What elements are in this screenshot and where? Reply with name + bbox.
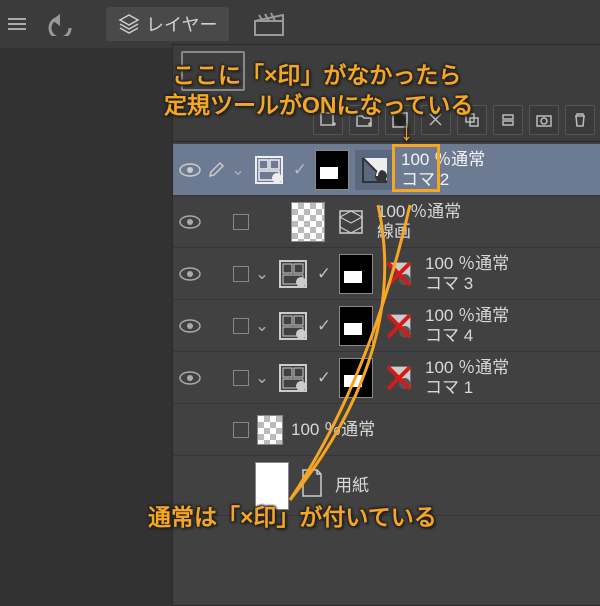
ruler-disabled-icon[interactable] xyxy=(379,358,419,398)
layer-checkbox[interactable] xyxy=(233,266,249,282)
panel-header xyxy=(173,45,600,142)
merge-icon[interactable] xyxy=(493,105,523,135)
camera-icon[interactable] xyxy=(529,105,559,135)
layer-opacity-label: 100 ％通常 xyxy=(401,150,485,170)
layers-panel: ⌄ ✓ 100 ％通常 コマ 2 100 ％通常 線画 xyxy=(172,44,600,606)
layer-row[interactable]: 100 ％通常 線画 xyxy=(173,196,600,248)
layer-checkbox[interactable] xyxy=(233,214,249,230)
check-icon: ✓ xyxy=(315,264,333,284)
layer-opacity-label: 100 ％通常 xyxy=(425,254,509,274)
chevron-down-icon[interactable]: ⌄ xyxy=(253,316,271,336)
layer-checkbox[interactable] xyxy=(233,318,249,334)
mask-thumbnail[interactable] xyxy=(339,306,373,346)
layer-name-label: コマ 3 xyxy=(425,274,509,294)
clapper-icon[interactable] xyxy=(253,11,285,37)
trash-icon[interactable] xyxy=(565,105,595,135)
color-swatch[interactable] xyxy=(181,51,245,91)
layer-row[interactable]: 100 ％通常 xyxy=(173,404,600,456)
visibility-icon[interactable] xyxy=(177,319,203,333)
visibility-icon[interactable] xyxy=(177,267,203,281)
menu-icon[interactable] xyxy=(8,17,26,31)
chevron-down-icon[interactable]: ⌄ xyxy=(253,264,271,284)
layer-row[interactable]: ⌄ ✓ 100 ％通常 コマ 1 xyxy=(173,352,600,404)
layer-row[interactable]: ⌄ ✓ 100 ％通常 コマ 4 xyxy=(173,300,600,352)
layer-name-label: コマ 1 xyxy=(425,378,509,398)
clip-icon[interactable] xyxy=(421,105,451,135)
frame-folder-icon xyxy=(275,360,311,396)
layer-name-label: コマ 2 xyxy=(401,170,485,190)
pencil-icon[interactable] xyxy=(203,161,229,179)
layer-opacity-label: 100 ％通常 xyxy=(425,306,509,326)
undo-icon[interactable] xyxy=(42,12,78,36)
frame-folder-icon xyxy=(275,256,311,292)
paper-icon xyxy=(299,468,325,503)
chevron-down-icon[interactable]: ⌄ xyxy=(229,160,247,180)
paper-thumbnail[interactable] xyxy=(255,462,289,510)
layer-opacity-label: 100 ％通常 xyxy=(377,202,461,222)
cube-icon[interactable] xyxy=(331,202,371,242)
mask-icon[interactable] xyxy=(385,105,415,135)
layer-row-paper[interactable]: 用紙 xyxy=(173,456,600,516)
frame-folder-icon xyxy=(251,152,287,188)
ruler-disabled-icon[interactable] xyxy=(379,254,419,294)
mask-thumbnail[interactable] xyxy=(339,358,373,398)
layers-stack-icon xyxy=(118,13,140,35)
chevron-down-icon[interactable]: ⌄ xyxy=(253,368,271,388)
layer-row-selected[interactable]: ⌄ ✓ 100 ％通常 コマ 2 xyxy=(173,144,600,196)
layer-thumbnail[interactable] xyxy=(291,202,325,242)
visibility-icon[interactable] xyxy=(177,163,203,177)
layer-name-label: コマ 4 xyxy=(425,326,509,346)
layer-row[interactable]: ⌄ ✓ 100 ％通常 コマ 3 xyxy=(173,248,600,300)
new-folder-icon[interactable] xyxy=(349,105,379,135)
top-toolbar: レイヤー xyxy=(0,0,600,48)
layer-name-label: 線画 xyxy=(377,222,461,242)
layer-checkbox[interactable] xyxy=(233,370,249,386)
layer-name-label: 用紙 xyxy=(335,476,369,496)
layers-tab-label: レイヤー xyxy=(146,11,217,37)
mask-thumbnail[interactable] xyxy=(339,254,373,294)
check-icon: ✓ xyxy=(291,160,309,180)
panel-action-row xyxy=(313,105,595,135)
frame-folder-icon xyxy=(275,308,311,344)
check-icon: ✓ xyxy=(315,368,333,388)
visibility-icon[interactable] xyxy=(177,215,203,229)
ruler-disabled-icon[interactable] xyxy=(379,306,419,346)
layer-opacity-label: 100 ％通常 xyxy=(425,358,509,378)
new-layer-icon[interactable] xyxy=(313,105,343,135)
visibility-icon[interactable] xyxy=(177,371,203,385)
layer-opacity-label: 100 ％通常 xyxy=(291,420,375,440)
layer-thumbnail[interactable] xyxy=(257,415,283,445)
ruler-icon[interactable] xyxy=(355,150,395,190)
transfer-icon[interactable] xyxy=(457,105,487,135)
layer-list: ⌄ ✓ 100 ％通常 コマ 2 100 ％通常 線画 xyxy=(173,142,600,516)
check-icon: ✓ xyxy=(315,316,333,336)
layers-tab[interactable]: レイヤー xyxy=(106,7,229,41)
layer-checkbox[interactable] xyxy=(233,422,249,438)
mask-thumbnail[interactable] xyxy=(315,150,349,190)
